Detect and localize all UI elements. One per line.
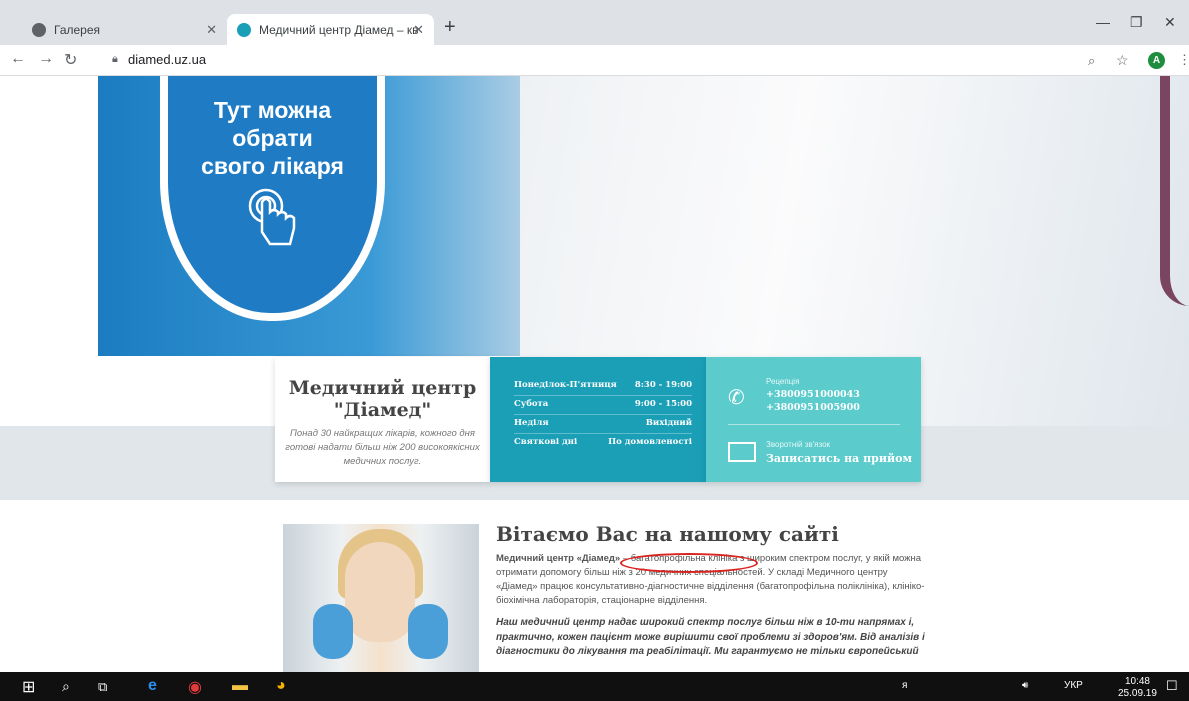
badge-line: Тут можна [213,97,332,123]
windows-start-icon[interactable]: ⊞ [22,677,35,697]
contact-card: ✆ Рецепція +3800951000043 +3800951005900… [706,357,921,482]
tab-diamed[interactable]: Медичний центр Діамед – квал ✕ [227,14,434,45]
touch-hand-icon [248,188,296,246]
phone-link[interactable]: +3800951005900 [766,402,860,413]
close-icon[interactable]: ✕ [413,22,424,38]
welcome-heading: Вітаємо Вас на нашому сайті [496,522,839,546]
chrome-icon[interactable]: ◕ [276,677,286,695]
clock[interactable]: 10:48 25.09.19 [1118,676,1157,700]
tab-label: Медичний центр Діамед – квал [259,22,419,37]
lock-icon[interactable]: 🔒︎ [112,53,118,66]
site-favicon-icon [237,22,251,37]
new-tab-button[interactable]: + [444,16,456,39]
edge-icon[interactable]: e [148,677,157,695]
language-indicator[interactable]: УКР [1064,680,1083,691]
minimize-icon[interactable]: — [1096,14,1110,30]
address-bar[interactable]: diamed.uz.ua [128,52,206,67]
envelope-icon [728,442,756,462]
close-window-icon[interactable]: ✕ [1164,14,1176,31]
notification-icon[interactable]: ☐ [1166,678,1178,694]
badge-line: обрати [232,125,313,151]
clinic-title: Медичний центр "Діамед" [288,377,477,421]
reception-label: Рецепція [766,377,800,386]
clinic-card: Медичний центр "Діамед" Понад 30 найкращ… [275,357,490,482]
patient-photo [283,524,479,672]
forward-arrow-icon[interactable]: → [38,50,54,68]
phone-icon: ✆ [728,387,745,409]
globe-icon [32,22,46,37]
taskbar: ⊞ ⌕ ⧉ e ◉ ▬ ◕ ᴙ 🔊︎ УКР 10:48 25.09.19 ☐ [0,672,1189,701]
tab-strip: Галерея ✕ Медичний центр Діамед – квал ✕… [0,0,1189,45]
clinic-subtitle: Понад 30 найкращих лікарів, кожного дня … [285,428,480,467]
phone-link[interactable]: +3800951000043 [766,389,860,400]
badge-line: свого лікаря [201,153,344,179]
highlight-circle [620,553,758,573]
star-icon[interactable]: ☆ [1116,52,1129,69]
hours-row: Субота 9:00 - 15:00 [514,396,692,415]
appointment-link[interactable]: Записатись на прийом [766,452,912,465]
welcome-paragraph-emphasis: Наш медичний центр надає широкий спектр … [496,617,925,657]
opera-icon[interactable]: ◉ [188,677,202,697]
hours-row: Понеділок-П'ятниця 8:30 - 19:00 [514,377,692,396]
search-icon[interactable]: ⌕ [62,678,70,695]
close-icon[interactable]: ✕ [206,22,217,38]
menu-icon[interactable]: ⋮ [1178,52,1189,68]
tab-label: Галерея [54,22,101,37]
reload-icon[interactable]: ↻ [64,50,77,70]
back-arrow-icon[interactable]: ← [10,50,26,68]
zoom-icon[interactable]: ⌕ [1088,53,1095,69]
explorer-icon[interactable]: ▬ [232,677,248,695]
people-icon[interactable]: ᴙ [902,680,907,691]
hours-row: Святкові дні По домовленості [514,437,692,447]
task-view-icon[interactable]: ⧉ [98,679,107,695]
welcome-section: Вітаємо Вас на нашому сайті Медичний цен… [496,522,926,660]
feedback-label: Зворотній зв'язок [766,440,831,449]
browser-toolbar: ← → ↻ 🔒︎ diamed.uz.ua ⌕ ☆ A ⋮ [0,45,1189,76]
tab-gallery[interactable]: Галерея ✕ [22,14,227,45]
hours-row: Неділя Вихідний [514,415,692,434]
hours-card: Понеділок-П'ятниця 8:30 - 19:00 Субота 9:0… [490,357,706,482]
restore-icon[interactable]: ❐ [1130,14,1143,31]
volume-icon[interactable]: 🔊︎ [1022,680,1028,691]
avatar[interactable]: A [1148,52,1165,69]
